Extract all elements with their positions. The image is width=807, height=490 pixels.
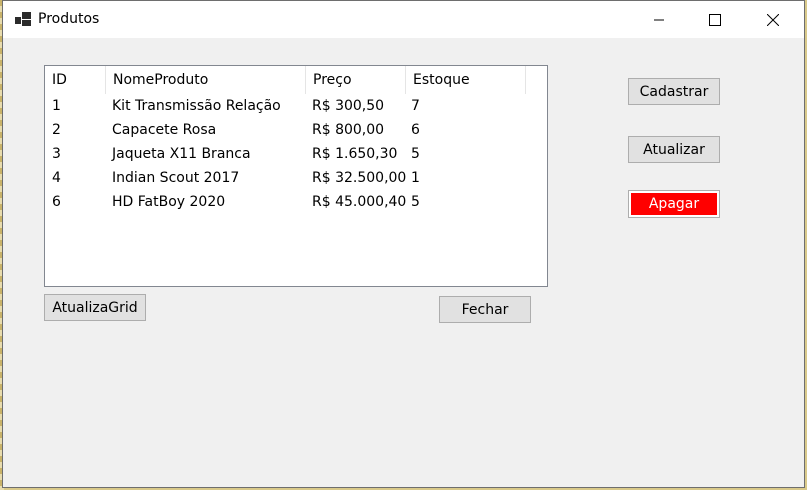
- atualiza-grid-button[interactable]: AtualizaGrid: [44, 294, 146, 321]
- apagar-button[interactable]: Apagar: [628, 190, 720, 218]
- table-row[interactable]: 4 Indian Scout 2017 R$ 32.500,00 1: [45, 166, 525, 190]
- cell-estoque: 5: [411, 146, 420, 162]
- cell-nomeproduto: Kit Transmissão Relação: [112, 98, 281, 114]
- cell-nomeproduto: Indian Scout 2017: [112, 170, 240, 186]
- close-button[interactable]: [744, 1, 802, 38]
- cell-id: 1: [52, 98, 61, 114]
- cell-nomeproduto: Capacete Rosa: [112, 122, 217, 138]
- window-title: Produtos: [38, 11, 100, 27]
- table-row[interactable]: 1 Kit Transmissão Relação R$ 300,50 7: [45, 94, 525, 118]
- column-header-preco[interactable]: Preço: [306, 66, 406, 94]
- cell-id: 6: [52, 194, 61, 210]
- maximize-icon: [709, 13, 721, 26]
- app-window-icon: [15, 12, 31, 26]
- cell-estoque: 6: [411, 122, 420, 138]
- cell-estoque: 1: [411, 170, 420, 186]
- fechar-button[interactable]: Fechar: [439, 296, 531, 323]
- cell-preco: R$ 800,00: [312, 122, 385, 138]
- minimize-button[interactable]: [630, 1, 688, 38]
- maximize-button[interactable]: [686, 1, 744, 38]
- minimize-icon: [654, 19, 664, 20]
- atualizar-button[interactable]: Atualizar: [628, 136, 720, 163]
- produtos-window: Produtos ID NomeProduto Preço Estoque 1 …: [2, 0, 805, 488]
- cell-id: 2: [52, 122, 61, 138]
- cell-id: 3: [52, 146, 61, 162]
- cell-preco: R$ 45.000,40: [312, 194, 407, 210]
- column-header-id[interactable]: ID: [45, 66, 106, 94]
- cell-preco: R$ 1.650,30: [312, 146, 398, 162]
- table-row[interactable]: 2 Capacete Rosa R$ 800,00 6: [45, 118, 525, 142]
- cell-estoque: 7: [411, 98, 420, 114]
- title-bar[interactable]: Produtos: [3, 1, 804, 38]
- cell-id: 4: [52, 170, 61, 186]
- cadastrar-button[interactable]: Cadastrar: [628, 78, 720, 105]
- cell-nomeproduto: Jaqueta X11 Branca: [112, 146, 251, 162]
- cell-estoque: 5: [411, 194, 420, 210]
- table-row[interactable]: 3 Jaqueta X11 Branca R$ 1.650,30 5: [45, 142, 525, 166]
- cell-nomeproduto: HD FatBoy 2020: [112, 194, 226, 210]
- grid-header: ID NomeProduto Preço Estoque: [45, 66, 527, 94]
- column-header-estoque[interactable]: Estoque: [406, 66, 526, 94]
- column-header-nomeproduto[interactable]: NomeProduto: [106, 66, 306, 94]
- produtos-data-grid[interactable]: ID NomeProduto Preço Estoque 1 Kit Trans…: [44, 65, 548, 287]
- cell-preco: R$ 32.500,00: [312, 170, 407, 186]
- close-icon: [767, 13, 779, 26]
- cell-preco: R$ 300,50: [312, 98, 385, 114]
- table-row[interactable]: 6 HD FatBoy 2020 R$ 45.000,40 5: [45, 190, 525, 214]
